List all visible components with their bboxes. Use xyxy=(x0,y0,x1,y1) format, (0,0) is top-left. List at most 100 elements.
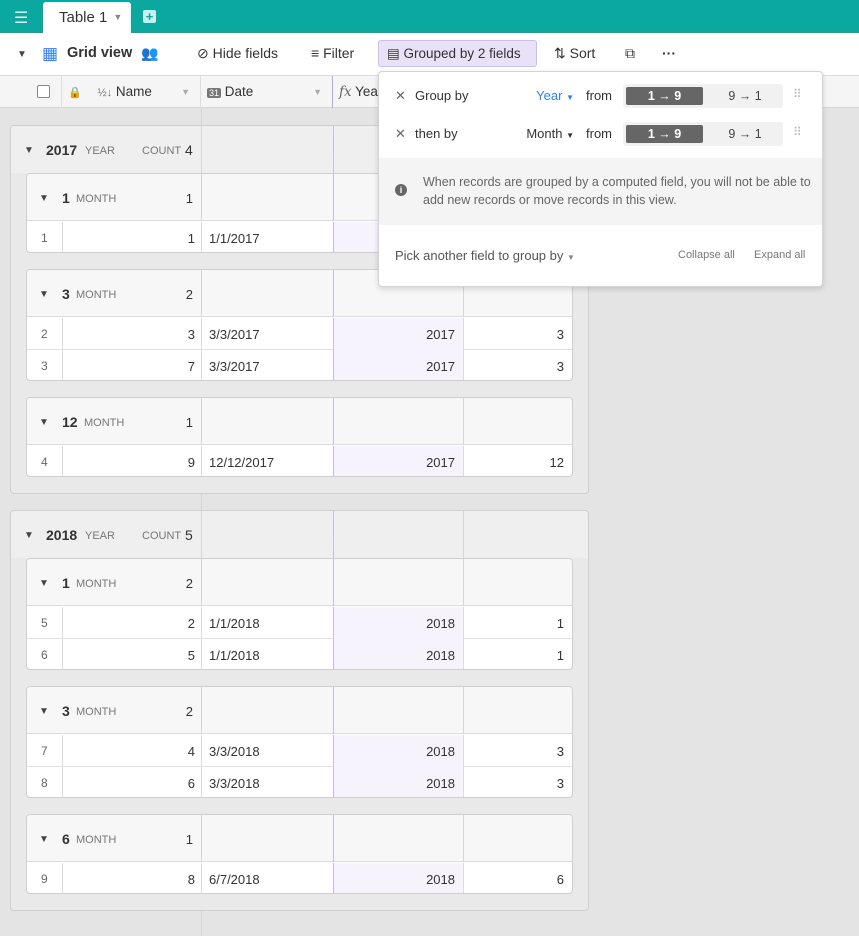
chevron-down-icon[interactable]: ▼ xyxy=(181,87,190,97)
cell-month[interactable]: 3 xyxy=(464,318,572,350)
cell-month[interactable]: 12 xyxy=(464,446,572,476)
descending-option[interactable]: 9 → 1 xyxy=(707,125,783,143)
hamburger-menu-icon[interactable]: ☰ xyxy=(14,8,28,28)
hide-fields-label: Hide fields xyxy=(212,45,278,61)
cell-month[interactable]: 3 xyxy=(464,350,572,380)
hide-fields-button[interactable]: ⊘ Hide fields xyxy=(197,45,278,62)
group-count: 1 xyxy=(185,191,193,206)
cell-month[interactable]: 1 xyxy=(464,607,572,639)
cell-year[interactable]: 2018 xyxy=(334,639,464,669)
add-table-icon[interactable]: + xyxy=(143,10,156,23)
cell-date[interactable]: 12/12/2017 xyxy=(202,446,334,476)
remove-rule-icon[interactable]: ✕ xyxy=(395,126,406,142)
cell-name[interactable]: 8 xyxy=(63,863,202,893)
month-group-header[interactable]: ▼ 3 MONTH 2 xyxy=(27,687,572,734)
cell-month[interactable]: 3 xyxy=(464,735,572,767)
column-header-date[interactable]: 31 Date ▼ xyxy=(201,76,333,108)
pick-field-dropdown[interactable]: Pick another field to group by ▼ xyxy=(395,248,575,263)
table-row[interactable]: 4 9 12/12/2017 2017 12 xyxy=(27,446,572,476)
rule-field-dropdown[interactable]: Year ▼ xyxy=(536,88,574,103)
table-row[interactable]: 5 2 1/1/2018 2018 1 xyxy=(27,607,572,639)
month-group-header[interactable]: ▼ 6 MONTH 1 xyxy=(27,815,572,862)
share-view-icon[interactable]: ⧉ xyxy=(625,45,635,62)
tab-table-1[interactable]: Table 1 ▼ xyxy=(43,2,131,33)
table-row[interactable]: 2 3 3/3/2017 2017 3 xyxy=(27,318,572,350)
filter-label: Filter xyxy=(323,45,355,61)
cell-year[interactable]: 2018 xyxy=(334,863,464,893)
collapse-triangle-icon[interactable]: ▼ xyxy=(39,417,49,428)
view-name[interactable]: Grid view xyxy=(67,45,132,61)
drag-handle-icon[interactable]: ⠿ xyxy=(793,87,802,101)
group-count: 4 xyxy=(185,142,193,158)
cell-month[interactable]: 6 xyxy=(464,863,572,893)
more-icon[interactable]: ··· xyxy=(662,45,676,61)
collapse-triangle-icon[interactable]: ▼ xyxy=(39,193,49,204)
cell-month[interactable]: 3 xyxy=(464,767,572,797)
column-label: Date xyxy=(224,84,254,99)
group-field-label: MONTH xyxy=(84,417,125,429)
sort-button[interactable]: ⇅ Sort xyxy=(554,45,595,62)
collapse-triangle-icon[interactable]: ▼ xyxy=(24,145,34,156)
cell-name[interactable]: 4 xyxy=(63,735,202,767)
collapse-triangle-icon[interactable]: ▼ xyxy=(39,289,49,300)
group-value: 3 xyxy=(62,286,70,302)
ascending-option[interactable]: 1 → 9 xyxy=(626,125,703,143)
cell-name[interactable]: 6 xyxy=(63,767,202,797)
cell-year[interactable]: 2018 xyxy=(334,607,464,639)
group-rule: ✕ Group by Year ▼ from 1 → 99 → 1 ⠿ xyxy=(379,84,824,114)
collapse-triangle-icon[interactable]: ▼ xyxy=(39,706,49,717)
descending-option[interactable]: 9 → 1 xyxy=(707,87,783,105)
cell-date[interactable]: 3/3/2018 xyxy=(202,735,334,767)
filter-button[interactable]: ≡ Filter xyxy=(311,45,354,61)
drag-handle-icon[interactable]: ⠿ xyxy=(793,125,802,139)
rule-from: from xyxy=(586,88,612,103)
cell-name[interactable]: 9 xyxy=(63,446,202,476)
cell-month[interactable]: 1 xyxy=(464,639,572,669)
group-field-label: MONTH xyxy=(76,193,117,205)
chevron-down-icon[interactable]: ▼ xyxy=(313,87,322,97)
cell-year[interactable]: 2018 xyxy=(334,767,464,797)
table-row[interactable]: 9 8 6/7/2018 2018 6 xyxy=(27,863,572,893)
table-row[interactable]: 3 7 3/3/2017 2017 3 xyxy=(27,350,572,380)
group-by-popover: i When records are grouped by a computed … xyxy=(378,71,823,287)
remove-rule-icon[interactable]: ✕ xyxy=(395,88,406,104)
expand-all-button[interactable]: Expand all xyxy=(754,249,805,261)
collapse-triangle-icon[interactable]: ▼ xyxy=(39,834,49,845)
ascending-option[interactable]: 1 → 9 xyxy=(626,87,703,105)
select-all-checkbox[interactable] xyxy=(37,85,50,98)
cell-date[interactable]: 3/3/2017 xyxy=(202,350,334,380)
cell-year[interactable]: 2018 xyxy=(334,735,464,767)
cell-date[interactable]: 1/1/2018 xyxy=(202,639,334,669)
cell-date[interactable]: 3/3/2017 xyxy=(202,318,334,350)
chevron-down-icon[interactable]: ▼ xyxy=(113,12,122,22)
chevron-down-icon: ▼ xyxy=(566,93,574,102)
cell-year[interactable]: 2017 xyxy=(334,350,464,380)
view-menu-caret-icon[interactable]: ▼ xyxy=(17,49,27,60)
table-row[interactable]: 7 4 3/3/2018 2018 3 xyxy=(27,735,572,767)
cell-name[interactable]: 5 xyxy=(63,639,202,669)
cell-date[interactable]: 1/1/2017 xyxy=(202,222,334,252)
group-button[interactable]: ▤ Grouped by 2 fields xyxy=(378,40,537,67)
cell-year[interactable]: 2017 xyxy=(334,318,464,350)
shared-users-icon: 👥 xyxy=(141,45,159,61)
cell-name[interactable]: 3 xyxy=(63,318,202,350)
year-group-header[interactable]: ▼ 2018 YEAR COUNT 5 xyxy=(11,511,588,558)
table-row[interactable]: 8 6 3/3/2018 2018 3 xyxy=(27,767,572,797)
month-group-header[interactable]: ▼ 1 MONTH 2 xyxy=(27,559,572,606)
column-header-name[interactable]: 🔒 ½↓ Name ▼ xyxy=(62,76,201,108)
collapse-all-button[interactable]: Collapse all xyxy=(678,249,735,261)
cell-date[interactable]: 1/1/2018 xyxy=(202,607,334,639)
cell-date[interactable]: 6/7/2018 xyxy=(202,863,334,893)
group-count: 1 xyxy=(185,832,193,847)
cell-year[interactable]: 2017 xyxy=(334,446,464,476)
cell-name[interactable]: 7 xyxy=(63,350,202,380)
collapse-triangle-icon[interactable]: ▼ xyxy=(39,578,49,589)
cell-name[interactable]: 1 xyxy=(63,222,202,252)
group-value: 1 xyxy=(62,575,70,591)
cell-date[interactable]: 3/3/2018 xyxy=(202,767,334,797)
cell-name[interactable]: 2 xyxy=(63,607,202,639)
collapse-triangle-icon[interactable]: ▼ xyxy=(24,530,34,541)
table-row[interactable]: 6 5 1/1/2018 2018 1 xyxy=(27,639,572,669)
rule-field-dropdown[interactable]: Month ▼ xyxy=(526,126,574,141)
month-group-header[interactable]: ▼ 12 MONTH 1 xyxy=(27,398,572,445)
